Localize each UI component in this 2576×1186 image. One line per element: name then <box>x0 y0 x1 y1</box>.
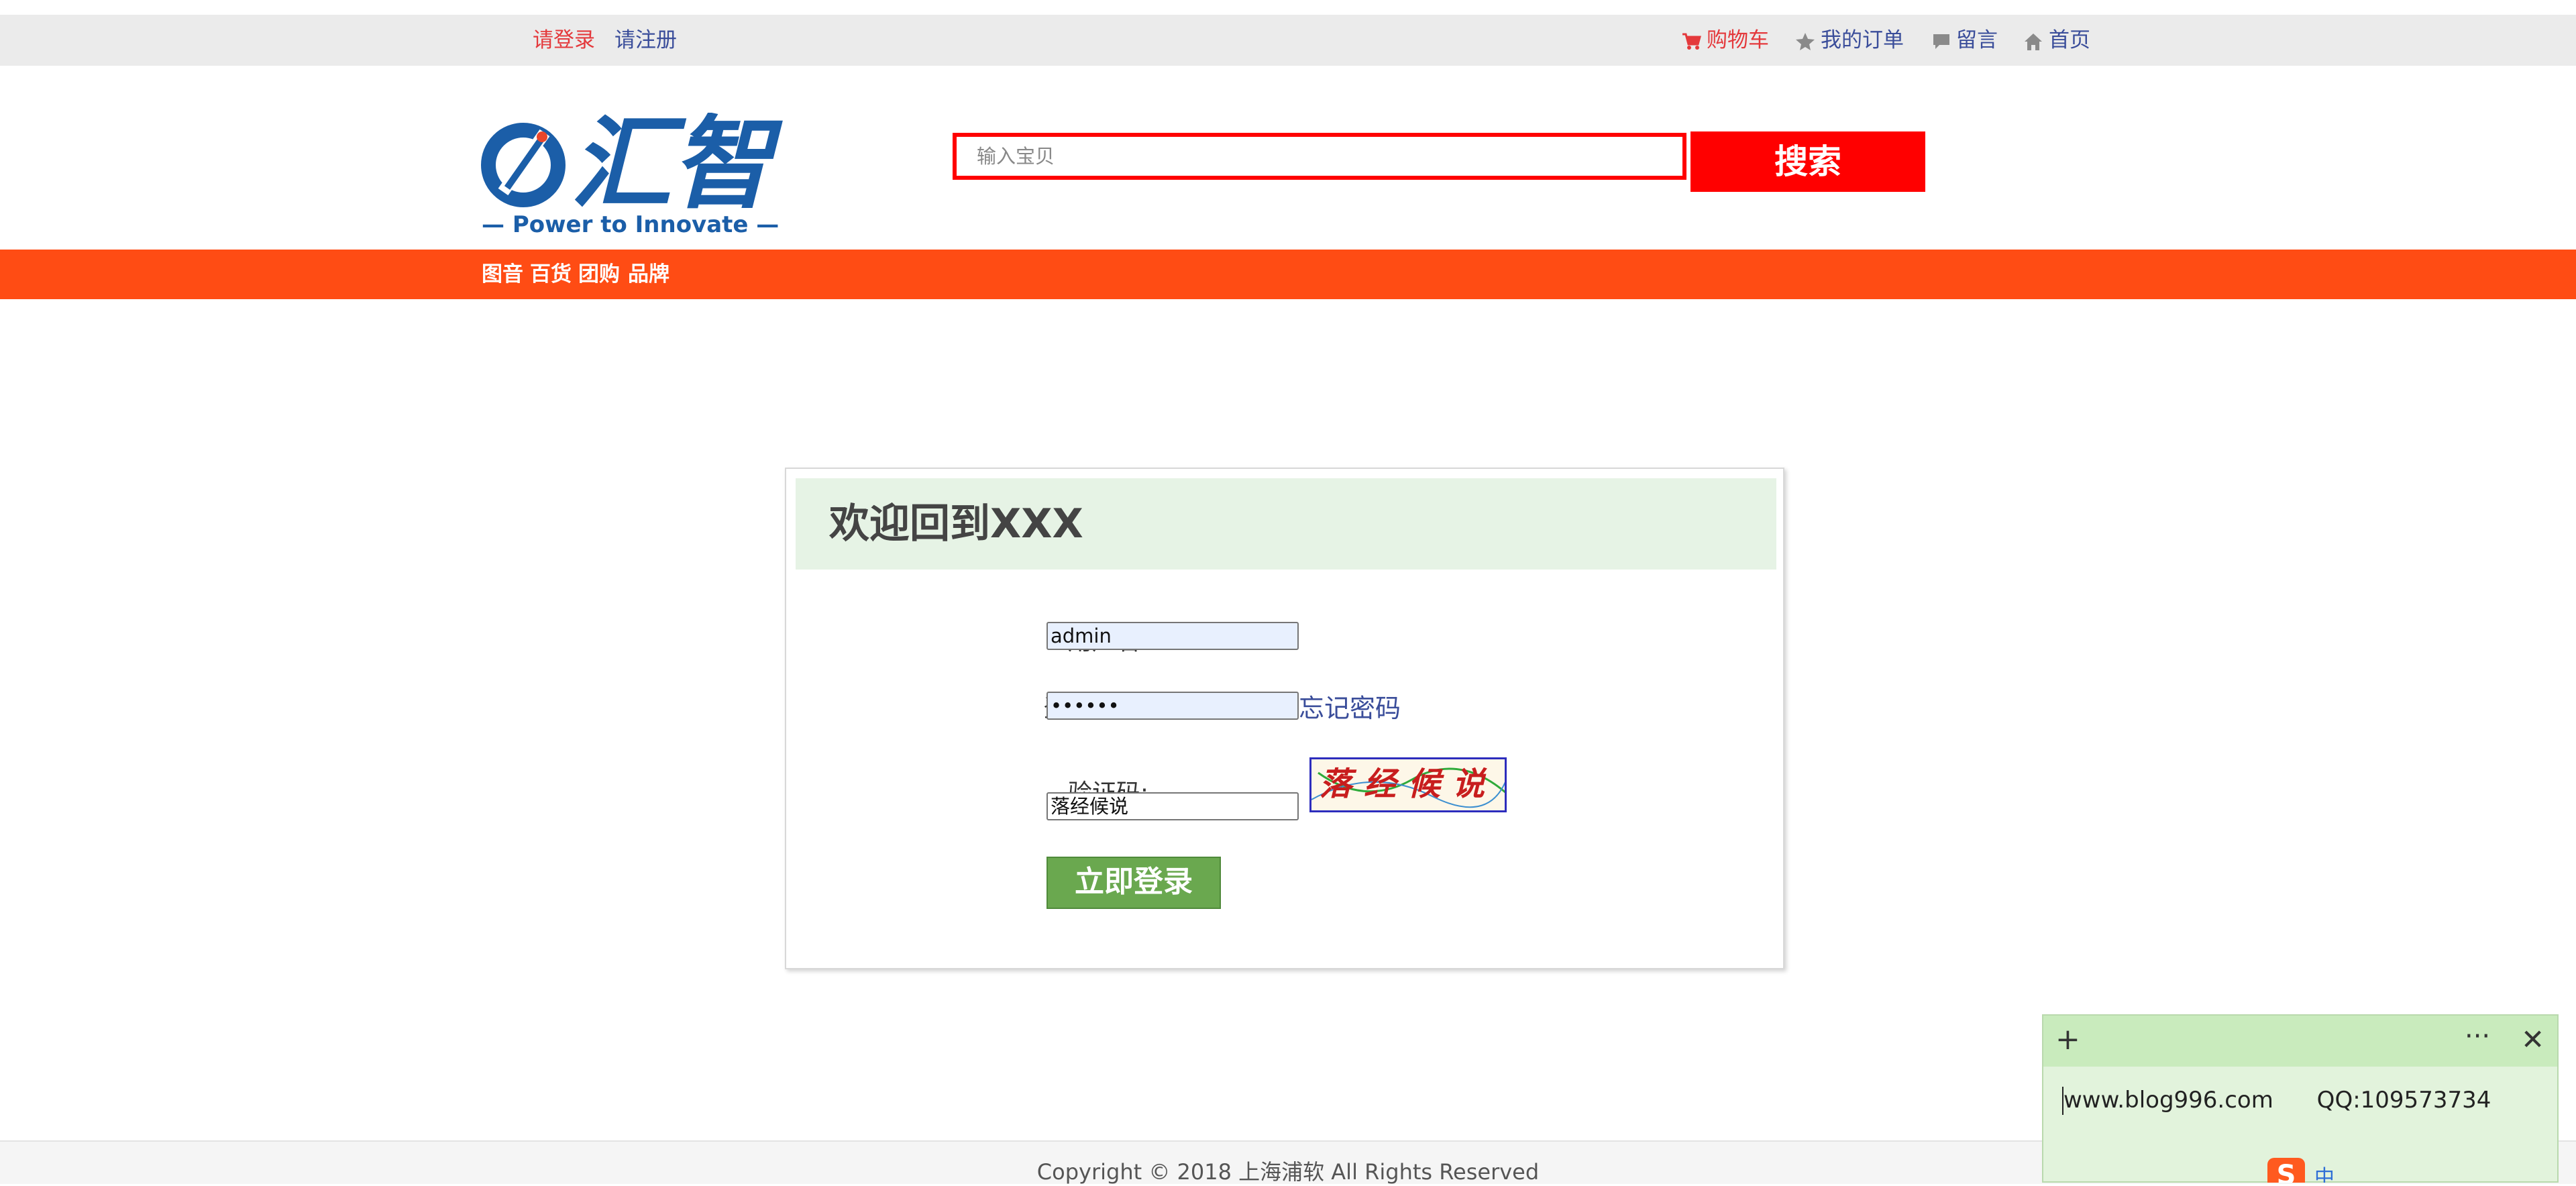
ime-toolbar[interactable]: S 中 <box>2267 1155 2576 1183</box>
cart-label: 购物车 <box>1707 28 1769 52</box>
top-bar: 请登录 请注册 购物车 我的订单 留言 首页 <box>0 15 2576 66</box>
forgot-password-link[interactable]: 忘记密码 <box>1299 688 1401 724</box>
sticky-note-titlebar: + ··· ✕ <box>2043 1016 2557 1067</box>
captcha-image-text: 落经候说 <box>1319 765 1497 803</box>
password-input[interactable]: •••••• <box>1046 692 1299 720</box>
orders-label: 我的订单 <box>1821 28 1904 52</box>
captcha-input[interactable]: 落经候说 <box>1046 792 1299 820</box>
home-icon <box>2025 33 2042 50</box>
add-note-icon[interactable]: + <box>2055 1025 2080 1055</box>
home-link[interactable]: 首页 <box>2023 15 2090 66</box>
logo-graphic: 汇智 — Power to Innovate — <box>481 106 783 238</box>
cart-link[interactable]: 购物车 <box>1681 15 1769 66</box>
more-icon[interactable]: ··· <box>2465 1021 2490 1052</box>
message-label: 留言 <box>1956 28 1998 52</box>
nav-item-groupbuy[interactable]: 团购 <box>578 250 620 299</box>
orders-link[interactable]: 我的订单 <box>1795 15 1904 66</box>
nav-item-audio[interactable]: 图音 <box>482 250 523 299</box>
star-icon <box>1796 32 1815 50</box>
ime-mode-indicator[interactable]: 中 <box>2314 1161 2341 1183</box>
login-title: 欢迎回到XXX <box>829 500 1083 547</box>
logo-slogan: — Power to Innovate — <box>482 211 779 237</box>
register-link[interactable]: 请注册 <box>614 15 677 66</box>
comment-icon <box>1933 34 1949 49</box>
message-link[interactable]: 留言 <box>1932 15 1998 66</box>
close-icon[interactable]: ✕ <box>2521 1025 2544 1055</box>
nav-item-general[interactable]: 百货 <box>530 250 572 299</box>
cart-icon <box>1682 33 1701 50</box>
username-input[interactable]: admin <box>1046 622 1299 650</box>
top-strip <box>0 0 2576 15</box>
sticky-note-text[interactable]: www.blog996.com QQ:109573734 <box>2063 1087 2491 1114</box>
search-button[interactable]: 搜索 <box>1690 131 1925 192</box>
search-input[interactable]: 输入宝贝 <box>953 133 1686 180</box>
site-logo[interactable]: 汇智 — Power to Innovate — <box>480 106 789 238</box>
home-label: 首页 <box>2049 28 2090 52</box>
login-header: 欢迎回到XXX <box>796 478 1776 570</box>
nav-item-brand[interactable]: 品牌 <box>628 250 669 299</box>
login-button[interactable]: 立即登录 <box>1046 857 1221 909</box>
captcha-image[interactable]: 落经候说 <box>1309 757 1507 812</box>
logo-brand-text: 汇智 <box>571 113 783 223</box>
login-link[interactable]: 请登录 <box>533 15 595 66</box>
sogou-ime-icon[interactable]: S <box>2267 1158 2305 1183</box>
category-nav: 图音 百货 团购 品牌 <box>0 250 2576 299</box>
login-panel: 欢迎回到XXX 用户名: admin 登录密码: •••••• 忘记密码 验证码… <box>785 468 1784 969</box>
